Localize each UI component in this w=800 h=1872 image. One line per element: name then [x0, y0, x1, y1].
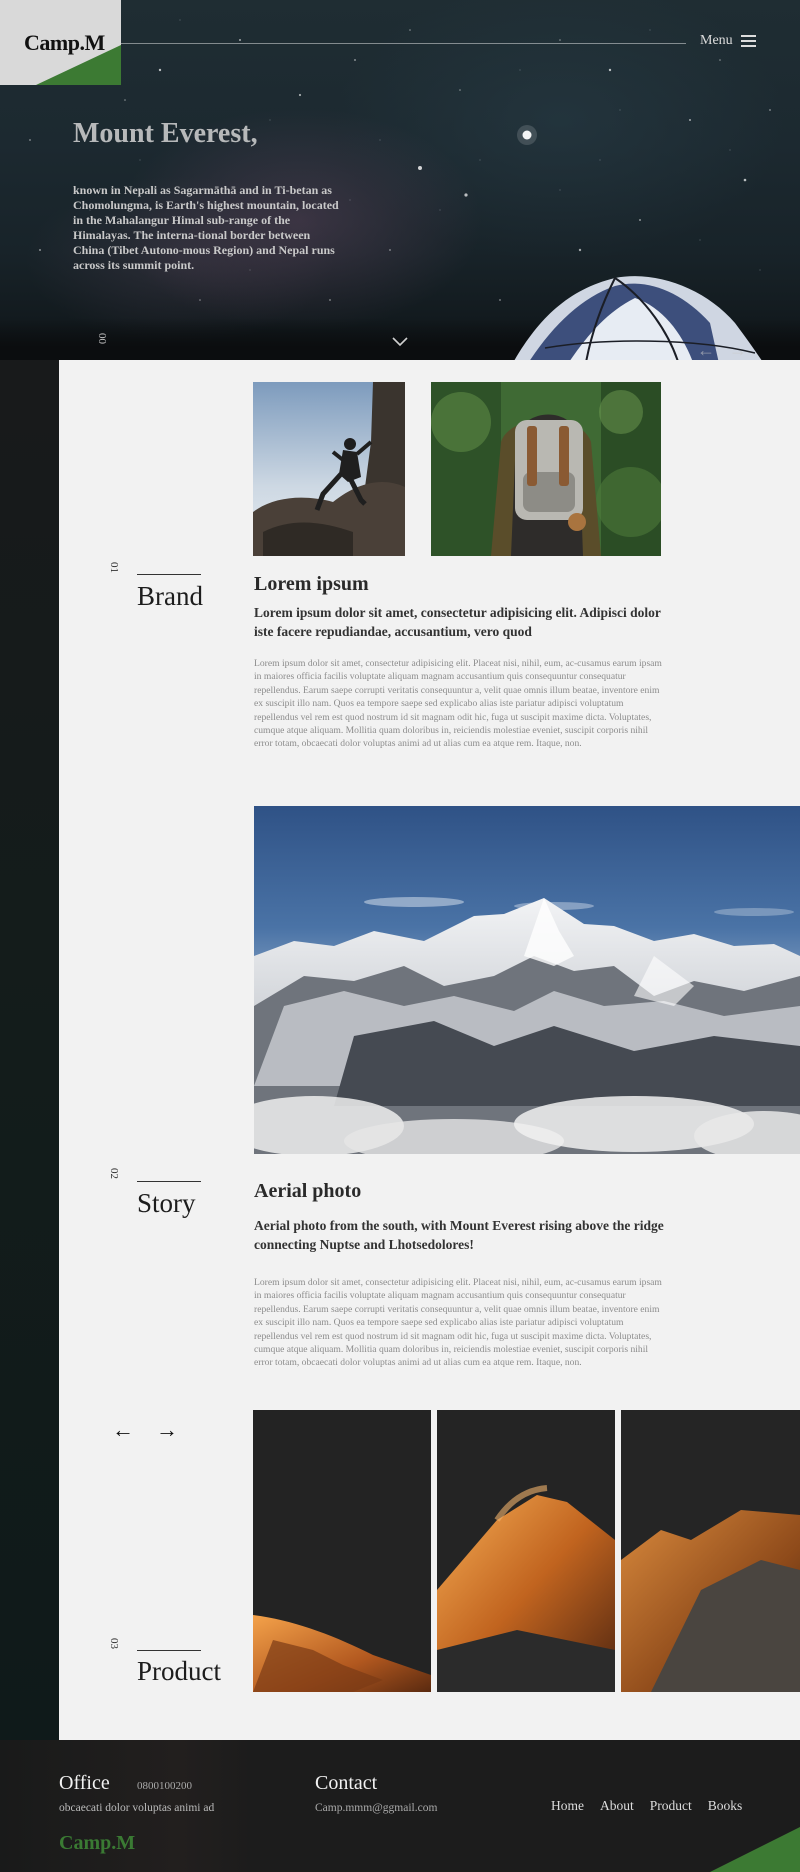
arrow-left-icon[interactable]: ← [112, 1417, 134, 1443]
product-slide-3[interactable] [621, 1410, 800, 1692]
footer-logo[interactable]: Camp.M [59, 1832, 135, 1855]
hiker-backpack-photo [431, 382, 661, 556]
menu-label[interactable]: Menu [700, 33, 733, 49]
section-body: Lorem ipsum dolor sit amet, consectetur … [254, 658, 662, 750]
section-lead: Lorem ipsum dolor sit amet, consectetur … [254, 605, 661, 639]
footer-email[interactable]: Camp.mmm@ggmail.com [315, 1802, 437, 1814]
hero-description: known in Nepali as Sagarmāthā and in Ti-… [73, 183, 339, 272]
product-slider-arrows: ← → [112, 1417, 178, 1443]
chevron-down-icon[interactable] [391, 335, 409, 347]
section-label-brand: Brand [137, 581, 203, 611]
footer-office-note: obcaecati dolor voluptas animi ad [59, 1802, 215, 1814]
footer-nav: Home About Product Books [551, 1798, 742, 1814]
logo-block[interactable]: Camp.M [0, 0, 121, 85]
product-slide-1[interactable] [253, 1410, 431, 1692]
left-dark-strip [0, 360, 59, 1740]
footer-nav-product[interactable]: Product [650, 1798, 692, 1814]
hamburger-icon[interactable] [740, 35, 756, 47]
footer: Office 0800100200 obcaecati dolor volupt… [0, 1740, 800, 1872]
content-panel: 01 Brand Lorem ipsum Lorem ipsum dolor s… [59, 360, 800, 1740]
footer-nav-home[interactable]: Home [551, 1798, 584, 1814]
footer-office-title: Office [59, 1772, 110, 1794]
section-label-story: Story [137, 1188, 196, 1218]
section-index: 01 [108, 562, 120, 573]
section-lead: Aerial photo from the south, with Mount … [254, 1218, 664, 1252]
logo-accent-triangle [36, 45, 121, 85]
climber-photo [253, 382, 405, 556]
section-rule [137, 1650, 201, 1651]
hero-title: Mount Everest, [73, 118, 258, 149]
footer-accent-triangle [710, 1827, 800, 1872]
section-title: Lorem ipsum [254, 573, 369, 595]
section-index: 03 [108, 1638, 120, 1649]
section-index: 02 [108, 1168, 120, 1179]
header-divider [121, 43, 686, 44]
arrow-right-icon[interactable]: → [729, 340, 747, 360]
section-body: Lorem ipsum dolor sit amet, consectetur … [254, 1277, 662, 1369]
section-rule [137, 574, 201, 575]
footer-phone[interactable]: 0800100200 [137, 1780, 192, 1792]
arrow-left-icon[interactable]: ← [697, 340, 715, 360]
section-title: Aerial photo [254, 1180, 362, 1202]
footer-nav-books[interactable]: Books [708, 1798, 743, 1814]
product-slide-2[interactable] [437, 1410, 615, 1692]
hero-slider-arrows: ← → [697, 340, 747, 360]
section-label-product: Product [137, 1656, 221, 1686]
hero-index: 00 [96, 333, 108, 344]
hero-banner: Camp.M Menu Mount Everest, known in Nepa… [0, 0, 800, 360]
menu-button[interactable]: Menu [700, 33, 756, 49]
footer-nav-about[interactable]: About [600, 1798, 634, 1814]
footer-contact-title: Contact [315, 1772, 378, 1794]
aerial-everest-photo [254, 806, 800, 1154]
tent-image [514, 276, 762, 360]
arrow-right-icon[interactable]: → [156, 1417, 178, 1443]
section-rule [137, 1181, 201, 1182]
